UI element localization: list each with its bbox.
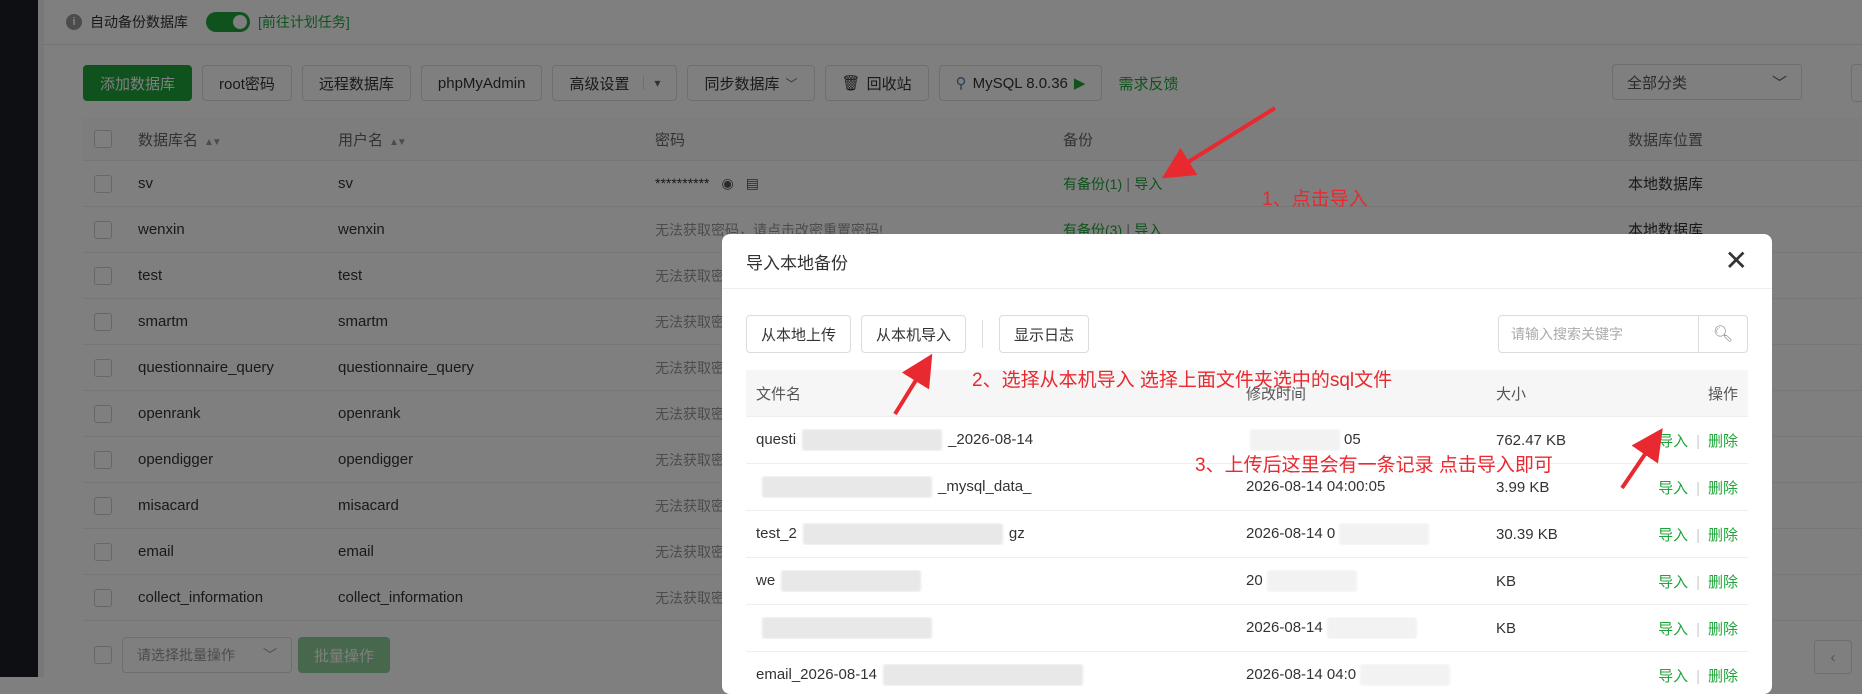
redacted-block	[762, 476, 932, 498]
modal-header: 导入本地备份 ✕	[722, 234, 1772, 289]
delete-link[interactable]: 删除	[1708, 574, 1738, 591]
redacted-block	[802, 523, 1003, 545]
op-divider: |	[1696, 432, 1700, 450]
upload-local-button[interactable]: 从本地上传	[746, 315, 852, 353]
annotation-step1: 1、点击导入	[1262, 189, 1368, 210]
backup-time: 2026-08-14 04:00:05	[1246, 477, 1386, 495]
backup-ops-cell: 导入 | 删除	[1646, 665, 1748, 686]
delete-link[interactable]: 删除	[1708, 480, 1738, 497]
backup-row: 2026-08-14 KB 导入 | 删除	[746, 605, 1748, 652]
redacted-block	[1339, 523, 1430, 545]
import-link[interactable]: 导入	[1658, 621, 1688, 638]
delete-link[interactable]: 删除	[1708, 527, 1738, 544]
search-icon[interactable]: 🔍︎	[1698, 316, 1747, 352]
header-size: 大小	[1496, 385, 1527, 403]
backup-time: 2026-08-14 04:0	[1246, 665, 1357, 683]
backup-file-name-tail: _mysql_data_	[938, 477, 1032, 495]
delete-link[interactable]: 删除	[1708, 621, 1738, 638]
backup-ops-cell: 导入 | 删除	[1646, 430, 1748, 451]
backup-time-cell: 2026-08-14 04:0	[1246, 664, 1496, 686]
op-divider: |	[1696, 479, 1700, 497]
backup-file-table: 文件名 修改时间 大小 操作 questi _2026-08-14 05 762.47…	[746, 370, 1748, 694]
backup-time: 2026-08-14	[1246, 618, 1323, 636]
delete-link[interactable]: 删除	[1708, 433, 1738, 450]
op-divider: |	[1696, 573, 1700, 591]
search-box: 🔍︎	[1498, 315, 1748, 353]
backup-file-name-tail: gz	[1008, 524, 1025, 542]
backup-size-cell: 762.47 KB	[1496, 431, 1567, 449]
backup-time: 20	[1246, 571, 1263, 589]
backup-time-cell: 20	[1246, 570, 1496, 592]
close-icon[interactable]: ✕	[1725, 247, 1748, 275]
redacted-block	[1326, 617, 1417, 639]
import-link[interactable]: 导入	[1658, 527, 1688, 544]
backup-file-cell: _mysql_data_	[746, 476, 1246, 498]
header-operations: 操作	[1707, 385, 1738, 403]
op-divider: |	[1696, 667, 1700, 685]
redacted-block	[882, 664, 1083, 686]
backup-file-name: test_2	[756, 524, 797, 542]
import-local-button[interactable]: 从本机导入	[861, 315, 967, 353]
backup-time: 2026-08-14 0	[1246, 524, 1336, 542]
backup-file-name: questi	[756, 430, 797, 448]
backup-ops-cell: 导入 | 删除	[1646, 477, 1748, 498]
backup-size-cell: KB	[1496, 619, 1517, 637]
backup-time-cell: 2026-08-14	[1246, 617, 1496, 639]
backup-row: we 20 KB 导入 | 删除	[746, 558, 1748, 605]
annotation-step2: 2、选择从本机导入 选择上面文件夹选中的sql文件	[972, 370, 1393, 391]
redacted-block	[762, 617, 932, 639]
backup-ops-cell: 导入 | 删除	[1646, 618, 1748, 639]
backup-time-tail: 05	[1344, 430, 1361, 448]
redacted-block	[802, 429, 943, 451]
backup-row: email_2026-08-14 2026-08-14 04:0 导入 | 删除	[746, 652, 1748, 694]
annotation-step3: 3、上传后这里会有一条记录 点击导入即可	[1195, 455, 1553, 476]
backup-row: test_2 gz 2026-08-14 0 30.39 KB 导入 | 删除	[746, 511, 1748, 558]
backup-ops-cell: 导入 | 删除	[1646, 571, 1748, 592]
delete-link[interactable]: 删除	[1708, 668, 1738, 685]
backup-file-name-tail: _2026-08-14	[948, 430, 1034, 448]
backup-ops-cell: 导入 | 删除	[1646, 524, 1748, 545]
op-divider: |	[1696, 526, 1700, 544]
import-link[interactable]: 导入	[1658, 668, 1688, 685]
import-link[interactable]: 导入	[1658, 574, 1688, 591]
backup-size-cell: 30.39 KB	[1496, 525, 1558, 543]
backup-file-cell	[746, 617, 1246, 639]
redacted-block	[781, 570, 922, 592]
backup-size-cell: KB	[1496, 572, 1517, 590]
show-log-button[interactable]: 显示日志	[999, 315, 1090, 353]
redacted-block	[1250, 429, 1340, 451]
backup-file-name: email_2026-08-14	[756, 665, 877, 683]
backup-size-cell: 3.99 KB	[1496, 478, 1550, 496]
import-link[interactable]: 导入	[1658, 433, 1688, 450]
modal-title: 导入本地备份	[746, 253, 848, 273]
op-divider: |	[1696, 620, 1700, 638]
backup-file-cell: questi _2026-08-14	[746, 429, 1246, 451]
backup-time-cell: 05	[1246, 429, 1496, 451]
modal-toolbar: 从本地上传 从本机导入 显示日志	[746, 315, 1090, 353]
redacted-block	[1360, 664, 1451, 686]
backup-file-name: we	[756, 571, 776, 589]
redacted-block	[1266, 570, 1357, 592]
backup-time-cell: 2026-08-14 04:00:05	[1246, 476, 1496, 498]
backup-file-cell: test_2 gz	[746, 523, 1246, 545]
backup-file-cell: we	[746, 570, 1246, 592]
backup-time-cell: 2026-08-14 0	[1246, 523, 1496, 545]
backup-file-cell: email_2026-08-14	[746, 664, 1246, 686]
search-input[interactable]	[1499, 316, 1698, 352]
toolbar-divider	[982, 320, 984, 348]
import-link[interactable]: 导入	[1658, 480, 1688, 497]
